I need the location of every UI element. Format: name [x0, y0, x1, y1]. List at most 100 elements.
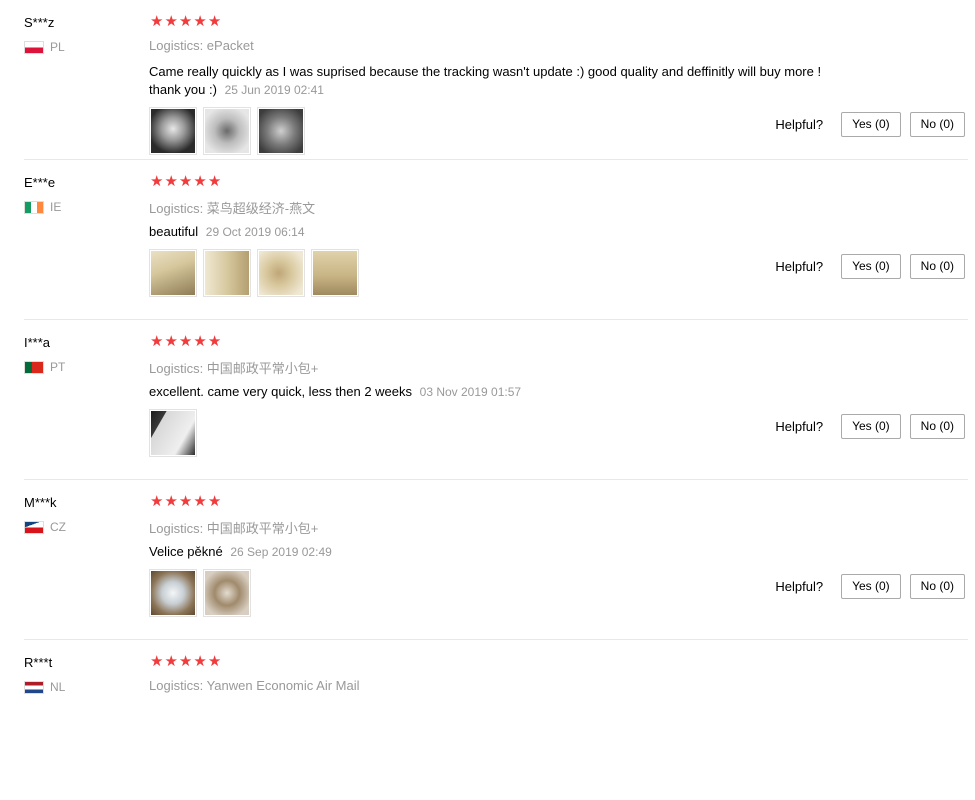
review-photo-thumbnail[interactable] — [257, 107, 305, 155]
helpful-no-button[interactable]: No (0) — [909, 574, 965, 599]
review-text-line: Came really quickly as I was suprised be… — [149, 64, 822, 79]
reviewer-country: CZ — [24, 520, 66, 534]
photo-image — [151, 109, 195, 153]
star-icon: ★ — [164, 333, 178, 350]
review-photo-thumbnail[interactable] — [203, 107, 251, 155]
review-text-line: excellent. came very quick, less then 2 … — [149, 384, 413, 399]
photo-image — [151, 411, 195, 455]
photo-image — [151, 251, 195, 295]
star-rating: ★ ★ ★ ★ ★ — [150, 332, 221, 352]
helpful-yes-button[interactable]: Yes (0) — [841, 254, 901, 279]
review-photos — [149, 409, 197, 457]
review-text: Velice pěkné 26 Sep 2019 02:49 — [149, 543, 849, 561]
star-icon: ★ — [193, 493, 207, 510]
star-icon: ★ — [178, 13, 193, 30]
review-photo-thumbnail[interactable] — [257, 249, 305, 297]
logistics-info: Logistics: Yanwen Economic Air Mail — [149, 678, 360, 693]
star-icon: ★ — [207, 13, 222, 30]
country-code: NL — [50, 680, 66, 694]
logistics-info: Logistics: ePacket — [149, 38, 254, 53]
country-code: PL — [50, 40, 65, 54]
helpful-yes-button[interactable]: Yes (0) — [841, 112, 901, 137]
review-date: 03 Nov 2019 01:57 — [419, 385, 522, 399]
star-icon: ★ — [164, 653, 178, 670]
review-item: S***z PL ★ ★ ★ ★ ★ Logistics: ePacket Came reall… — [24, 0, 968, 160]
helpful-vote: Helpful? Yes (0) No (0) — [775, 112, 965, 137]
helpful-yes-button[interactable]: Yes (0) — [841, 574, 901, 599]
helpful-no-button[interactable]: No (0) — [909, 254, 965, 279]
review-photo-thumbnail[interactable] — [311, 249, 359, 297]
reviewer-name: E***e — [24, 175, 56, 190]
photo-image — [205, 571, 249, 615]
star-icon: ★ — [207, 173, 222, 190]
star-icon: ★ — [178, 493, 193, 510]
review-photo-thumbnail[interactable] — [149, 569, 197, 617]
star-rating: ★ ★ ★ ★ ★ — [150, 172, 221, 192]
review-photo-thumbnail[interactable] — [149, 249, 197, 297]
review-photos — [149, 569, 251, 617]
country-flag-icon — [24, 200, 44, 214]
star-icon: ★ — [150, 333, 164, 350]
country-code: PT — [50, 360, 66, 374]
review-text: beautiful 29 Oct 2019 06:14 — [149, 223, 849, 241]
photo-image — [205, 251, 249, 295]
star-rating: ★ ★ ★ ★ ★ — [150, 492, 221, 512]
country-code: IE — [50, 200, 62, 214]
reviewer-name: R***t — [24, 655, 53, 670]
review-text-line: Velice pěkné — [149, 544, 223, 559]
review-item: R***t NL ★ ★ ★ ★ ★ Logistics: Yanwen Economic A… — [24, 640, 968, 800]
reviewer-country: PT — [24, 360, 65, 374]
star-rating: ★ ★ ★ ★ ★ — [150, 12, 221, 32]
photo-image — [259, 109, 303, 153]
star-icon: ★ — [150, 13, 164, 30]
helpful-label: Helpful? — [775, 419, 824, 434]
star-icon: ★ — [207, 333, 222, 350]
helpful-vote: Helpful? Yes (0) No (0) — [775, 414, 965, 439]
star-icon: ★ — [164, 13, 178, 30]
photo-image — [313, 251, 357, 295]
review-photo-thumbnail[interactable] — [203, 569, 251, 617]
helpful-vote: Helpful? Yes (0) No (0) — [775, 574, 965, 599]
helpful-vote: Helpful? Yes (0) No (0) — [775, 254, 965, 279]
review-photos — [149, 249, 359, 297]
review-photo-thumbnail[interactable] — [149, 409, 197, 457]
country-flag-icon — [24, 40, 44, 54]
review-item: M***k CZ ★ ★ ★ ★ ★ Logistics: 中国邮政平常小包+ Velice p… — [24, 480, 968, 640]
helpful-label: Helpful? — [775, 579, 824, 594]
helpful-no-button[interactable]: No (0) — [909, 112, 965, 137]
star-icon: ★ — [193, 333, 207, 350]
review-photo-thumbnail[interactable] — [203, 249, 251, 297]
reviewer-country: NL — [24, 680, 65, 694]
star-icon: ★ — [164, 493, 178, 510]
logistics-info: Logistics: 中国邮政平常小包+ — [149, 361, 319, 376]
review-photo-thumbnail[interactable] — [149, 107, 197, 155]
helpful-yes-button[interactable]: Yes (0) — [841, 414, 901, 439]
review-date: 26 Sep 2019 02:49 — [230, 545, 332, 559]
star-icon: ★ — [193, 653, 207, 670]
star-icon: ★ — [193, 173, 207, 190]
reviewer-name: S***z — [24, 15, 55, 30]
star-icon: ★ — [207, 653, 222, 670]
star-icon: ★ — [178, 653, 193, 670]
reviewer-country: IE — [24, 200, 61, 214]
helpful-label: Helpful? — [775, 259, 824, 274]
helpful-label: Helpful? — [775, 117, 824, 132]
review-date: 25 Jun 2019 02:41 — [224, 83, 324, 97]
review-item: E***e IE ★ ★ ★ ★ ★ Logistics: 菜鸟超级经济-燕文 beautifu… — [24, 160, 968, 320]
logistics-info: Logistics: 菜鸟超级经济-燕文 — [149, 201, 316, 216]
review-date: 29 Oct 2019 06:14 — [205, 225, 305, 239]
country-flag-icon — [24, 360, 44, 374]
helpful-no-button[interactable]: No (0) — [909, 414, 965, 439]
reviewer-name: I***a — [24, 335, 51, 350]
country-code: CZ — [50, 520, 66, 534]
photo-image — [259, 251, 303, 295]
star-rating: ★ ★ ★ ★ ★ — [150, 652, 221, 672]
reviewer-country: PL — [24, 40, 65, 54]
country-flag-icon — [24, 520, 44, 534]
photo-image — [151, 571, 195, 615]
star-icon: ★ — [207, 493, 222, 510]
country-flag-icon — [24, 680, 44, 694]
reviews-list: S***z PL ★ ★ ★ ★ ★ Logistics: ePacket Came reall… — [0, 0, 975, 800]
star-icon: ★ — [150, 653, 164, 670]
review-text: excellent. came very quick, less then 2 … — [149, 383, 849, 401]
